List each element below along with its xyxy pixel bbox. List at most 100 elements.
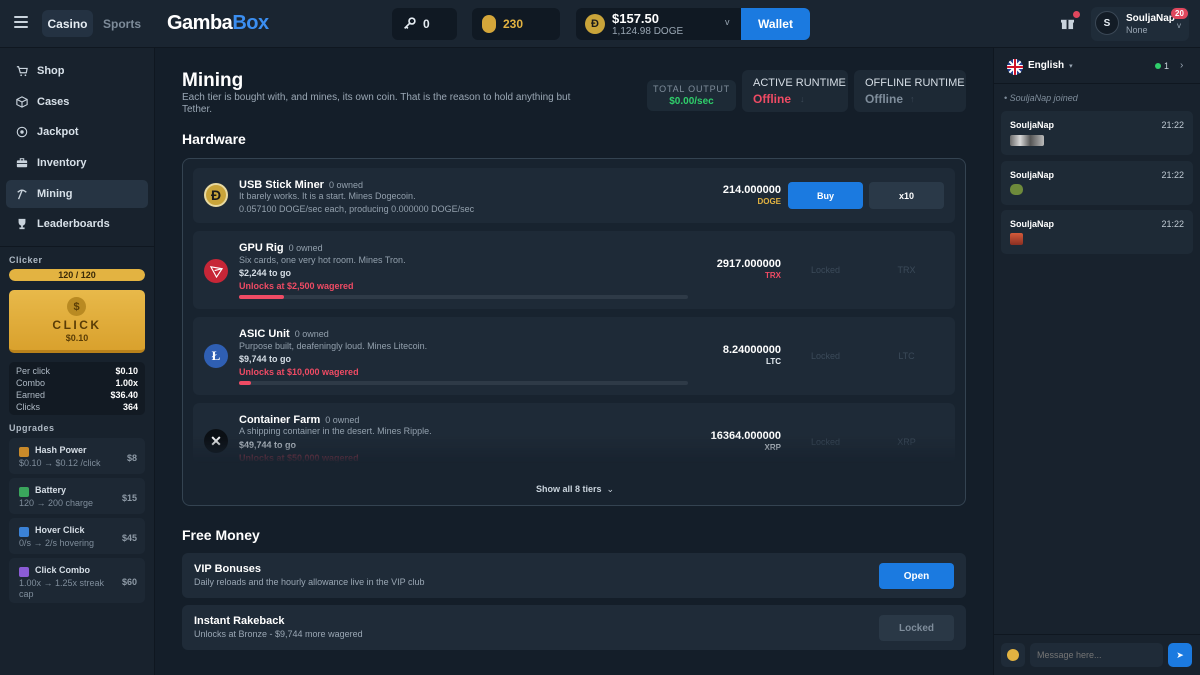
- username: SouljaNap: [1126, 13, 1175, 24]
- sidebar-item-mining[interactable]: Mining: [6, 180, 148, 208]
- chat-system-message: • SouljaNap joined: [1004, 93, 1078, 103]
- tier-desc: A shipping container in the desert. Mine…: [239, 426, 432, 436]
- upgrade-battery[interactable]: Battery 120 → 200 charge $15: [9, 478, 145, 514]
- tier-row-container-farm: ✕ Container Farm 0 owned A shipping conta…: [193, 403, 955, 463]
- tier-owned: 0 owned: [328, 180, 363, 190]
- menu-icon[interactable]: [14, 16, 28, 28]
- emoji-button[interactable]: [1001, 643, 1025, 667]
- stat-label: Per click: [16, 366, 51, 376]
- key-icon: [404, 17, 416, 29]
- show-all-tiers-button[interactable]: Show all 8 tiers ⌄: [500, 482, 650, 496]
- rakeback-desc: Unlocks at Bronze - $9,744 more wagered: [194, 629, 363, 639]
- chat-time: 21:22: [1161, 219, 1184, 229]
- tier-owned: 0 owned: [288, 243, 323, 253]
- stat-value: $0.10: [115, 366, 138, 376]
- sidebar: Shop Cases Jackpot Inventory Mining Lead…: [0, 48, 155, 675]
- tier-unit: XRP: [764, 443, 781, 452]
- tier-unit: LTC: [766, 357, 781, 366]
- click-combo-icon: [19, 567, 29, 577]
- sidebar-item-shop[interactable]: Shop: [6, 57, 148, 85]
- send-icon: ➤: [1176, 649, 1184, 660]
- language-selector[interactable]: English ▾: [1028, 60, 1073, 71]
- sidebar-item-cases[interactable]: Cases: [6, 88, 148, 116]
- total-output-card: TOTAL OUTPUT $0.00/sec: [647, 80, 736, 111]
- charge-text: 120 / 120: [58, 270, 96, 280]
- uk-flag-icon: [1007, 59, 1023, 75]
- stat-value: 1.00x: [115, 378, 138, 388]
- locked-button: Locked: [810, 436, 841, 447]
- buy-x10-button[interactable]: x10: [869, 182, 944, 209]
- tab-casino[interactable]: Casino: [42, 10, 93, 37]
- emote-icon: [1010, 184, 1023, 195]
- clicker-title: Clicker: [9, 255, 43, 265]
- chat-message: SouljaNap 21:22: [1001, 161, 1193, 205]
- tron-icon: [204, 259, 228, 283]
- vip-open-button[interactable]: Open: [879, 563, 954, 589]
- active-runtime-card: ACTIVE RUNTIME Offline ↓: [742, 70, 848, 112]
- emoji-smile-icon: [1007, 649, 1019, 661]
- click-button[interactable]: $ CLICK $0.10: [9, 290, 145, 353]
- top-bar: Casino Sports GambaBox 0 230 Ð $157.50 1…: [0, 0, 1200, 48]
- send-button[interactable]: ➤: [1168, 643, 1192, 667]
- tier-amount: 8.24000000: [722, 344, 781, 356]
- sidebar-item-label: Cases: [37, 96, 70, 108]
- wallet-button[interactable]: Wallet: [741, 8, 810, 40]
- active-runtime-value: Offline: [753, 92, 791, 106]
- tier-unit: TRX: [765, 271, 781, 280]
- unlock-progress-fill: [239, 295, 284, 299]
- upgrades-title: Upgrades: [9, 423, 55, 433]
- tier-amount: 214.000000: [722, 184, 781, 196]
- upgrade-name: Hover Click: [35, 525, 85, 535]
- upgrade-click-combo[interactable]: Click Combo 1.00x → 1.25x streak cap $60: [9, 558, 145, 603]
- tier-owned: 0 owned: [325, 415, 360, 425]
- logo[interactable]: GambaBox: [167, 12, 269, 35]
- trophy-icon: [18, 218, 26, 230]
- stat-value: $36.40: [110, 390, 138, 400]
- notification-dot: [1073, 11, 1080, 18]
- balance-dropdown[interactable]: Ð $157.50 1,124.98 DOGE v: [576, 8, 742, 40]
- target-icon: [16, 126, 28, 138]
- sidebar-divider: [0, 246, 154, 247]
- system-text: SouljaNap joined: [1009, 93, 1078, 103]
- sidebar-item-inventory[interactable]: Inventory: [6, 149, 148, 177]
- coin-code-button: XRP: [897, 436, 916, 447]
- dollar-coin-icon: $: [67, 297, 86, 316]
- gift-icon[interactable]: [1061, 17, 1074, 30]
- box-icon: [16, 96, 28, 108]
- instant-rakeback-card: Instant Rakeback Unlocks at Bronze - $9,…: [182, 605, 966, 650]
- chat-message-input[interactable]: [1030, 643, 1163, 667]
- gold-counter[interactable]: 230: [472, 8, 560, 40]
- chat-time: 21:22: [1161, 170, 1184, 180]
- tier-unlock-requirement: Unlocks at $2,500 wagered: [239, 281, 354, 291]
- chevron-right-icon[interactable]: ›: [1180, 60, 1183, 71]
- online-count: 1: [1164, 61, 1170, 71]
- tab-sports[interactable]: Sports: [97, 10, 147, 37]
- battery-icon: [19, 487, 29, 497]
- sidebar-item-leaderboards[interactable]: Leaderboards: [6, 210, 148, 238]
- tier-desc: It barely works. It is a start. Mines Do…: [239, 191, 416, 201]
- page-subtitle: Each tier is bought with, and mines, its…: [182, 92, 571, 115]
- upgrade-price: $8: [126, 453, 137, 463]
- unlock-progress-bar: [239, 295, 688, 299]
- pickaxe-icon: [17, 189, 27, 200]
- sidebar-item-label: Leaderboards: [37, 218, 110, 230]
- tier-header: Container Farm 0 owned: [239, 412, 359, 426]
- stat-label: Combo: [16, 378, 46, 388]
- upgrade-name: Battery: [35, 485, 67, 495]
- upgrade-hash-power[interactable]: Hash Power $0.10 → $0.12 /click $8: [9, 438, 145, 474]
- stat-label: Clicks: [16, 402, 40, 412]
- buy-button[interactable]: Buy: [788, 182, 863, 209]
- show-all-label: Show all 8 tiers: [535, 484, 602, 494]
- keys-counter[interactable]: 0: [392, 8, 457, 40]
- upgrade-hover-click[interactable]: Hover Click 0/s → 2/s hovering $45: [9, 518, 145, 554]
- tier-name: ASIC Unit: [239, 328, 290, 340]
- user-menu[interactable]: S SouljaNap None 20 v: [1091, 7, 1189, 41]
- arrow-down-icon: ↓: [800, 94, 805, 104]
- free-money-title: Free Money: [182, 527, 260, 543]
- chevron-down-icon: ⌄: [606, 483, 615, 494]
- tier-unit: DOGE: [757, 197, 781, 206]
- upgrade-price: $45: [121, 533, 137, 543]
- upgrade-detail: $0.10 → $0.12 /click: [19, 458, 101, 468]
- charge-bar: 120 / 120: [9, 269, 145, 281]
- sidebar-item-jackpot[interactable]: Jackpot: [6, 118, 148, 146]
